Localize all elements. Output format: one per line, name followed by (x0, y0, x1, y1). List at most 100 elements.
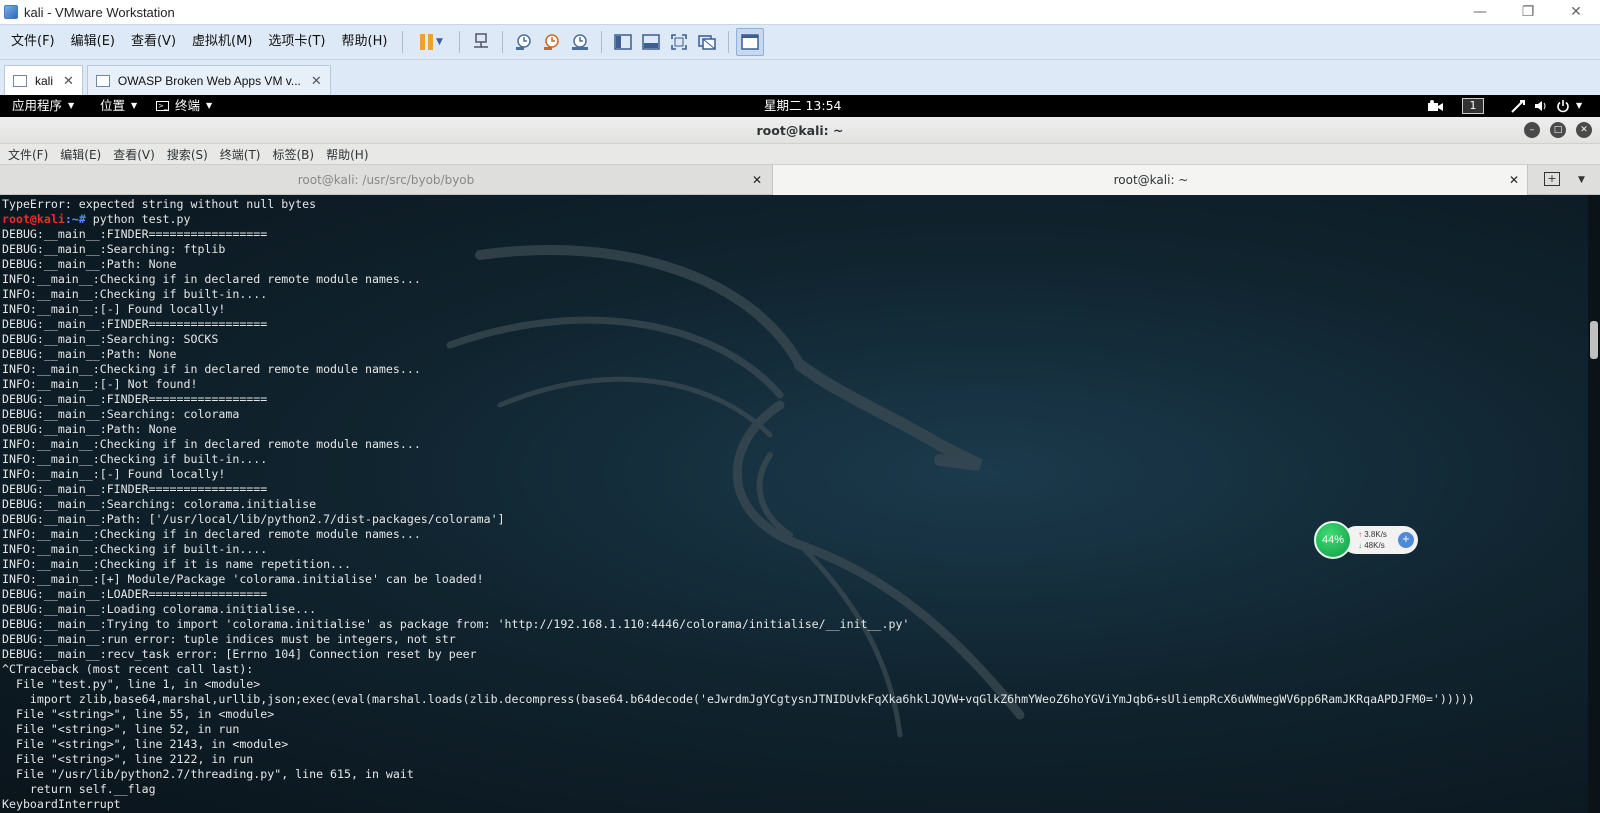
terminal-menu-help[interactable]: 帮助(H) (320, 146, 374, 163)
terminal-minimize-button[interactable]: – (1524, 122, 1540, 138)
terminal-line: import zlib,base64,marshal,urllib,json;e… (2, 692, 1475, 706)
menu-tabs[interactable]: 选项卡(T) (260, 24, 333, 60)
minimize-button[interactable]: — (1456, 0, 1504, 24)
unity-icon (698, 35, 717, 50)
vm-tab-bar: kali ✕ OWASP Broken Web Apps VM v... ✕ (0, 60, 1600, 95)
terminal-line: File "/usr/lib/python2.7/threading.py", … (2, 767, 414, 781)
terminal-line: File "<string>", line 2143, in <module> (2, 737, 289, 751)
terminal-text: TypeError: expected string without null … (2, 197, 1475, 812)
window-title: kali - VMware Workstation (24, 4, 175, 20)
network-computer-icon (474, 33, 489, 48)
menu-edit[interactable]: 编辑(E) (63, 24, 123, 60)
terminal-line: DEBUG:__main__:Path: ['/usr/local/lib/py… (2, 512, 505, 526)
scrollbar-thumb[interactable] (1590, 321, 1598, 359)
close-button[interactable]: ✕ (1552, 0, 1600, 24)
menu-view[interactable]: 查看(V) (123, 24, 184, 60)
menu-vm[interactable]: 虚拟机(M) (184, 24, 260, 60)
terminal-close-button[interactable]: ✕ (1576, 122, 1592, 138)
terminal-maximize-button[interactable]: □ (1550, 122, 1566, 138)
terminal-line: INFO:__main__:Checking if it is name rep… (2, 557, 352, 571)
terminal-line: DEBUG:__main__:Trying to import 'coloram… (2, 617, 910, 631)
terminal-line: File "<string>", line 52, in run (2, 722, 240, 736)
vm-tab-label: kali (35, 73, 54, 88)
terminal-app-menu[interactable]: >_ 终端 ▼ (156, 95, 212, 117)
unity-button[interactable] (693, 28, 721, 56)
snapshot-manager-button[interactable] (566, 28, 594, 56)
vm-tab-kali[interactable]: kali ✕ (4, 65, 83, 95)
send-ctrl-alt-del-button[interactable] (467, 28, 495, 56)
terminal-line: DEBUG:__main__:recv_task error: [Errno 1… (2, 647, 477, 661)
menu-file[interactable]: 文件(F) (3, 24, 63, 60)
console-view-icon (741, 34, 760, 50)
new-tab-button[interactable]: + (1544, 172, 1560, 186)
terminal-line: INFO:__main__:Checking if in declared re… (2, 272, 421, 286)
vm-icon (13, 74, 27, 87)
restore-button[interactable]: ❐ (1504, 0, 1552, 24)
terminal-menu-terminal[interactable]: 终端(T) (214, 146, 267, 163)
snapshot-clock-icon (516, 34, 532, 50)
volume-icon[interactable] (1534, 95, 1548, 117)
library-panel-icon (614, 34, 633, 50)
terminal-line: DEBUG:__main__:Searching: SOCKS (2, 332, 219, 346)
memory-usage-circle[interactable]: 44% (1314, 521, 1352, 559)
tab-menu-button[interactable]: ▼ (1578, 165, 1585, 195)
close-icon[interactable]: ✕ (1509, 165, 1519, 195)
close-icon[interactable]: ✕ (311, 73, 322, 89)
clock[interactable]: 星期二 13:54 (764, 95, 842, 117)
terminal-scrollbar[interactable] (1588, 195, 1600, 813)
terminal-output-area[interactable]: TypeError: expected string without null … (0, 195, 1588, 813)
terminal-line: INFO:__main__:[-] Found locally! (2, 302, 226, 316)
network-monitor-widget[interactable]: ↑ 3.8K/s ↓ 48K/s + 44% (1314, 521, 1418, 559)
terminal-tab-home[interactable]: root@kali: ~ ✕ (772, 165, 1528, 195)
terminal-tab-byob[interactable]: root@kali: /usr/src/byob/byob ✕ (0, 165, 772, 195)
terminal-menu-edit[interactable]: 编辑(E) (54, 146, 107, 163)
terminal-tab-label: root@kali: ~ (1113, 173, 1189, 187)
take-snapshot-button[interactable] (510, 28, 538, 56)
terminal-menu-tabs[interactable]: 标签(B) (267, 146, 321, 163)
revert-snapshot-button[interactable] (538, 28, 566, 56)
console-view-button[interactable] (736, 28, 765, 56)
terminal-line: TypeError: expected string without null … (2, 197, 317, 211)
chevron-down-icon: ▼ (68, 101, 75, 110)
terminal-line: INFO:__main__:Checking if in declared re… (2, 527, 421, 541)
close-icon[interactable]: ✕ (63, 73, 74, 89)
terminal-line: ^CTraceback (most recent call last): (2, 662, 254, 676)
show-library-button[interactable] (609, 28, 637, 56)
pause-vm-button[interactable]: ▼ (410, 28, 452, 56)
thumbnail-bar-icon (642, 34, 661, 50)
terminal-line: DEBUG:__main__:LOADER================= (2, 587, 268, 601)
terminal-line: INFO:__main__:Checking if built-in.... (2, 287, 268, 301)
network-icon[interactable] (1510, 95, 1526, 117)
terminal-line: DEBUG:__main__:FINDER================= (2, 227, 268, 241)
terminal-menu-view[interactable]: 查看(V) (107, 146, 161, 163)
terminal-tab-bar: root@kali: /usr/src/byob/byob ✕ root@kal… (0, 164, 1600, 195)
prompt-path: :~# (64, 212, 86, 226)
camera-icon[interactable] (1428, 95, 1444, 117)
arrow-down-icon: ↓ (1358, 541, 1362, 550)
full-screen-icon (671, 34, 688, 50)
terminal-line: File "<string>", line 2122, in run (2, 752, 254, 766)
vm-tab-owasp[interactable]: OWASP Broken Web Apps VM v... ✕ (86, 65, 331, 95)
close-icon[interactable]: ✕ (752, 165, 762, 195)
workspace-switcher[interactable]: 1 (1462, 95, 1484, 117)
places-menu[interactable]: 位置 ▼ (100, 95, 137, 117)
vmware-title-bar: kali - VMware Workstation — ❐ ✕ (0, 0, 1600, 24)
terminal-line: INFO:__main__:Checking if in declared re… (2, 437, 421, 451)
terminal-line: DEBUG:__main__:run error: tuple indices … (2, 632, 456, 646)
thumbnail-bar-button[interactable] (637, 28, 665, 56)
power-menu[interactable]: ▼ (1556, 95, 1582, 117)
toolbar-separator (459, 31, 461, 53)
terminal-menu-file[interactable]: 文件(F) (2, 146, 54, 163)
terminal-line: INFO:__main__:[-] Found locally! (2, 467, 226, 481)
vm-icon (95, 74, 110, 87)
full-screen-button[interactable] (665, 28, 693, 56)
vmware-menubar: 文件(F) 编辑(E) 查看(V) 虚拟机(M) 选项卡(T) 帮助(H) ▼ (0, 24, 1600, 60)
menu-help[interactable]: 帮助(H) (334, 24, 396, 60)
toolbar-separator (502, 31, 504, 53)
power-icon (1557, 100, 1569, 113)
applications-menu[interactable]: 应用程序 ▼ (12, 95, 74, 117)
terminal-line: DEBUG:__main__:Searching: colorama.initi… (2, 497, 317, 511)
terminal-menu-search[interactable]: 搜索(S) (161, 146, 214, 163)
chevron-down-icon: ▼ (206, 101, 213, 110)
accelerator-icon[interactable]: + (1398, 532, 1414, 548)
